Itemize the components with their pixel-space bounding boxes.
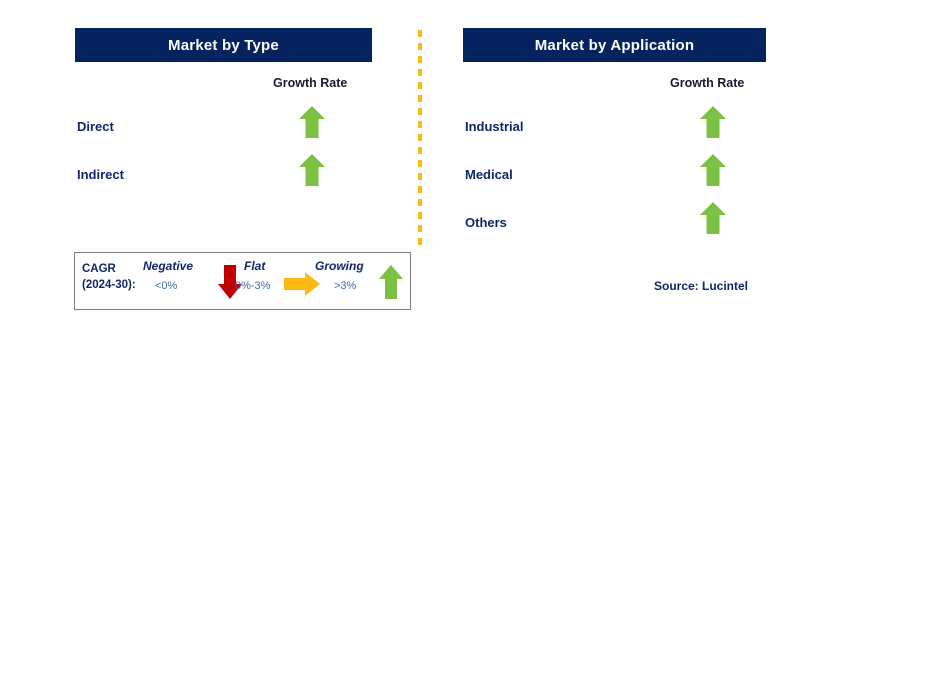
arrow-right-icon (283, 271, 321, 302)
growth-indicator-industrial (699, 105, 727, 139)
arrow-up-icon (378, 264, 404, 305)
source-note: Source: Lucintel (654, 279, 749, 293)
growth-indicator-direct (298, 105, 326, 139)
table-row: Industrial (463, 105, 766, 153)
divider-dash (418, 160, 422, 167)
row-label-medical: Medical (465, 167, 513, 182)
growth-indicator-others (699, 201, 727, 235)
divider-dash (418, 199, 422, 206)
row-label-others: Others (465, 215, 507, 230)
table-row: Direct (75, 105, 372, 153)
divider-dash (418, 30, 422, 37)
divider-dash (418, 43, 422, 50)
column-header-growth-rate: Growth Rate (670, 76, 745, 90)
divider-dash (418, 82, 422, 89)
legend-title-line2: (2024-30): (82, 279, 136, 291)
arrow-up-icon (298, 153, 326, 187)
market-by-application-panel: Market by Application Growth Rate Indust… (463, 0, 766, 683)
divider-dash (418, 121, 422, 128)
legend-range-growing: >3% (334, 280, 357, 292)
divider-dash (418, 134, 422, 141)
cagr-legend: CAGR (2024-30): Negative <0% Flat 0%-3% … (74, 252, 411, 310)
arrow-up-icon (298, 105, 326, 139)
divider-dash (418, 108, 422, 115)
growth-indicator-medical (699, 153, 727, 187)
panel-divider (418, 30, 422, 250)
divider-dash (418, 186, 422, 193)
divider-dash (418, 225, 422, 232)
row-label-direct: Direct (77, 119, 114, 134)
arrow-up-icon (699, 153, 727, 187)
market-by-type-panel: Market by Type Growth Rate Direct Indire… (75, 0, 372, 683)
divider-dash (418, 212, 422, 219)
column-header-growth-rate: Growth Rate (273, 76, 348, 90)
legend-title: CAGR (2024-30): (82, 261, 136, 293)
panel-title-market-by-application: Market by Application (463, 28, 766, 62)
divider-dash (418, 56, 422, 63)
divider-dash (418, 173, 422, 180)
legend-label-growing: Growing (315, 259, 364, 273)
divider-dash (418, 147, 422, 154)
table-row: Indirect (75, 153, 372, 201)
divider-dash (418, 238, 422, 245)
row-label-indirect: Indirect (77, 167, 124, 182)
panel-title-market-by-type: Market by Type (75, 28, 372, 62)
row-label-industrial: Industrial (465, 119, 524, 134)
table-row: Medical (463, 153, 766, 201)
legend-range-negative: <0% (155, 280, 178, 292)
legend-label-flat: Flat (244, 259, 266, 273)
table-row: Others (463, 201, 766, 249)
arrow-up-icon (699, 105, 727, 139)
growth-indicator-indirect (298, 153, 326, 187)
arrow-up-icon (699, 201, 727, 235)
divider-dash (418, 95, 422, 102)
divider-dash (418, 69, 422, 76)
legend-range-flat: 0%-3% (235, 280, 271, 292)
legend-label-negative: Negative (143, 259, 194, 273)
legend-title-line1: CAGR (82, 263, 116, 275)
